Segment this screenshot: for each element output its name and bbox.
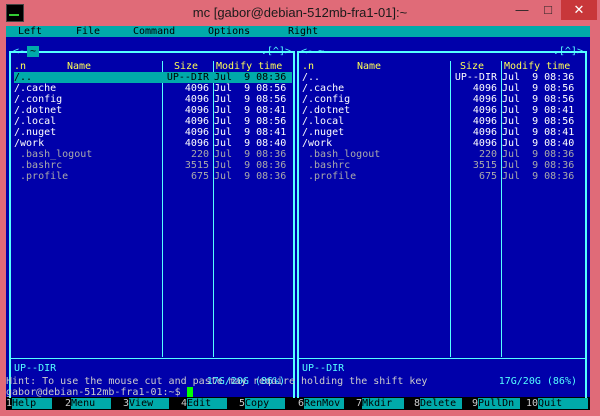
right-panel[interactable]: <- ~ .[^]> .n Name Size Modify time /.. … (297, 46, 587, 406)
fkey-delete[interactable]: 8Delete (414, 398, 463, 409)
list-item[interactable]: /.dotnet 4096 Jul 9 08:41 (14, 105, 292, 116)
col-time[interactable]: Modify time (216, 61, 282, 72)
menu-left[interactable]: Left (18, 26, 42, 37)
list-item[interactable]: .profile 675 Jul 9 08:36 (302, 171, 584, 182)
list-item[interactable]: /.dotnet 4096 Jul 9 08:41 (302, 105, 584, 116)
list-item[interactable]: /.. UP--DIR Jul 9 08:36 (14, 72, 292, 83)
fkey-help[interactable]: 1Help (6, 398, 53, 409)
right-panel-corner[interactable]: <- (301, 46, 313, 57)
list-item[interactable]: .bash_logout 220 Jul 9 08:36 (302, 149, 584, 160)
minimize-button[interactable]: — (509, 0, 535, 20)
fkey-mkdir[interactable]: 7Mkdir (356, 398, 405, 409)
list-item[interactable]: /.nuget 4096 Jul 9 08:41 (14, 127, 292, 138)
panel-divider (299, 358, 585, 359)
close-button[interactable]: ✕ (561, 0, 597, 20)
col-name[interactable]: Name (67, 61, 91, 72)
fkey-view[interactable]: 3View (123, 398, 170, 409)
menu-bar: Left File Command Options Right (6, 26, 590, 37)
title-bar: mc [gabor@debian-512mb-fra1-01]:~ — □ ✕ (0, 0, 600, 26)
left-panel-marker[interactable]: .[^]> (261, 46, 291, 57)
fkey-edit[interactable]: 4Edit (181, 398, 228, 409)
terminal-client[interactable]: Left File Command Options Right <- ~ .[^… (6, 26, 590, 410)
panel-divider (11, 358, 293, 359)
right-panel-status: UP--DIR (302, 363, 345, 374)
list-item[interactable]: .bash_logout 220 Jul 9 08:36 (14, 149, 292, 160)
list-item[interactable]: /.cache 4096 Jul 9 08:56 (14, 83, 292, 94)
left-panel-path: ~ (27, 46, 40, 57)
list-item[interactable]: .bashrc 3515 Jul 9 08:36 (302, 160, 584, 171)
maximize-button[interactable]: □ (535, 0, 561, 20)
hint-line: Hint: To use the mouse cut and paste may… (6, 376, 428, 387)
list-item[interactable]: .profile 675 Jul 9 08:36 (14, 171, 292, 182)
fkey-copy[interactable]: 5Copy (239, 398, 286, 409)
left-panel-corner[interactable]: <- (13, 46, 25, 57)
list-item[interactable]: /.. UP--DIR Jul 9 08:36 (302, 72, 584, 83)
fkey-menu[interactable]: 2Menu (65, 398, 112, 409)
left-panel-status: UP--DIR (14, 363, 57, 374)
fkey-pulldn[interactable]: 9PullDn (472, 398, 521, 409)
left-panel[interactable]: <- ~ .[^]> .n Name Size Modify time /.. … (9, 46, 295, 406)
shell-prompt: gabor@debian-512mb-fra1-01:~$ (6, 387, 187, 398)
menu-right[interactable]: Right (288, 26, 318, 37)
list-item[interactable]: /.config 4096 Jul 9 08:56 (14, 94, 292, 105)
command-line[interactable]: gabor@debian-512mb-fra1-01:~$ (6, 387, 590, 398)
right-panel-path: ~ (318, 46, 325, 57)
menu-file[interactable]: File (76, 26, 100, 37)
col-n[interactable]: .n (302, 61, 314, 72)
list-item[interactable]: /work 4096 Jul 9 08:40 (14, 138, 292, 149)
col-size[interactable]: Size (460, 61, 484, 72)
list-item[interactable]: /.local 4096 Jul 9 08:56 (14, 116, 292, 127)
list-item[interactable]: /.nuget 4096 Jul 9 08:41 (302, 127, 584, 138)
list-item[interactable]: /.cache 4096 Jul 9 08:56 (302, 83, 584, 94)
window-scrollbar[interactable] (590, 26, 600, 410)
col-n[interactable]: .n (14, 61, 26, 72)
list-item[interactable]: /.local 4096 Jul 9 08:56 (302, 116, 584, 127)
text-cursor (186, 387, 193, 397)
list-item[interactable]: /.config 4096 Jul 9 08:56 (302, 94, 584, 105)
fkey-quit[interactable]: 10Quit (526, 398, 589, 409)
col-name[interactable]: Name (357, 61, 381, 72)
list-item[interactable]: .bashrc 3515 Jul 9 08:36 (14, 160, 292, 171)
list-item[interactable]: /work 4096 Jul 9 08:40 (302, 138, 584, 149)
panels-area: <- ~ .[^]> .n Name Size Modify time /.. … (6, 37, 590, 406)
right-panel-marker[interactable]: .[^]> (553, 46, 583, 57)
function-key-bar: 1Help 2Menu 3View 4Edit 5Copy 6RenMov 7M… (6, 398, 590, 409)
col-size[interactable]: Size (174, 61, 198, 72)
col-time[interactable]: Modify time (504, 61, 570, 72)
menu-options[interactable]: Options (208, 26, 250, 37)
fkey-renmov[interactable]: 6RenMov (298, 398, 345, 409)
terminal-window: mc [gabor@debian-512mb-fra1-01]:~ — □ ✕ … (0, 0, 600, 416)
menu-command[interactable]: Command (133, 26, 175, 37)
